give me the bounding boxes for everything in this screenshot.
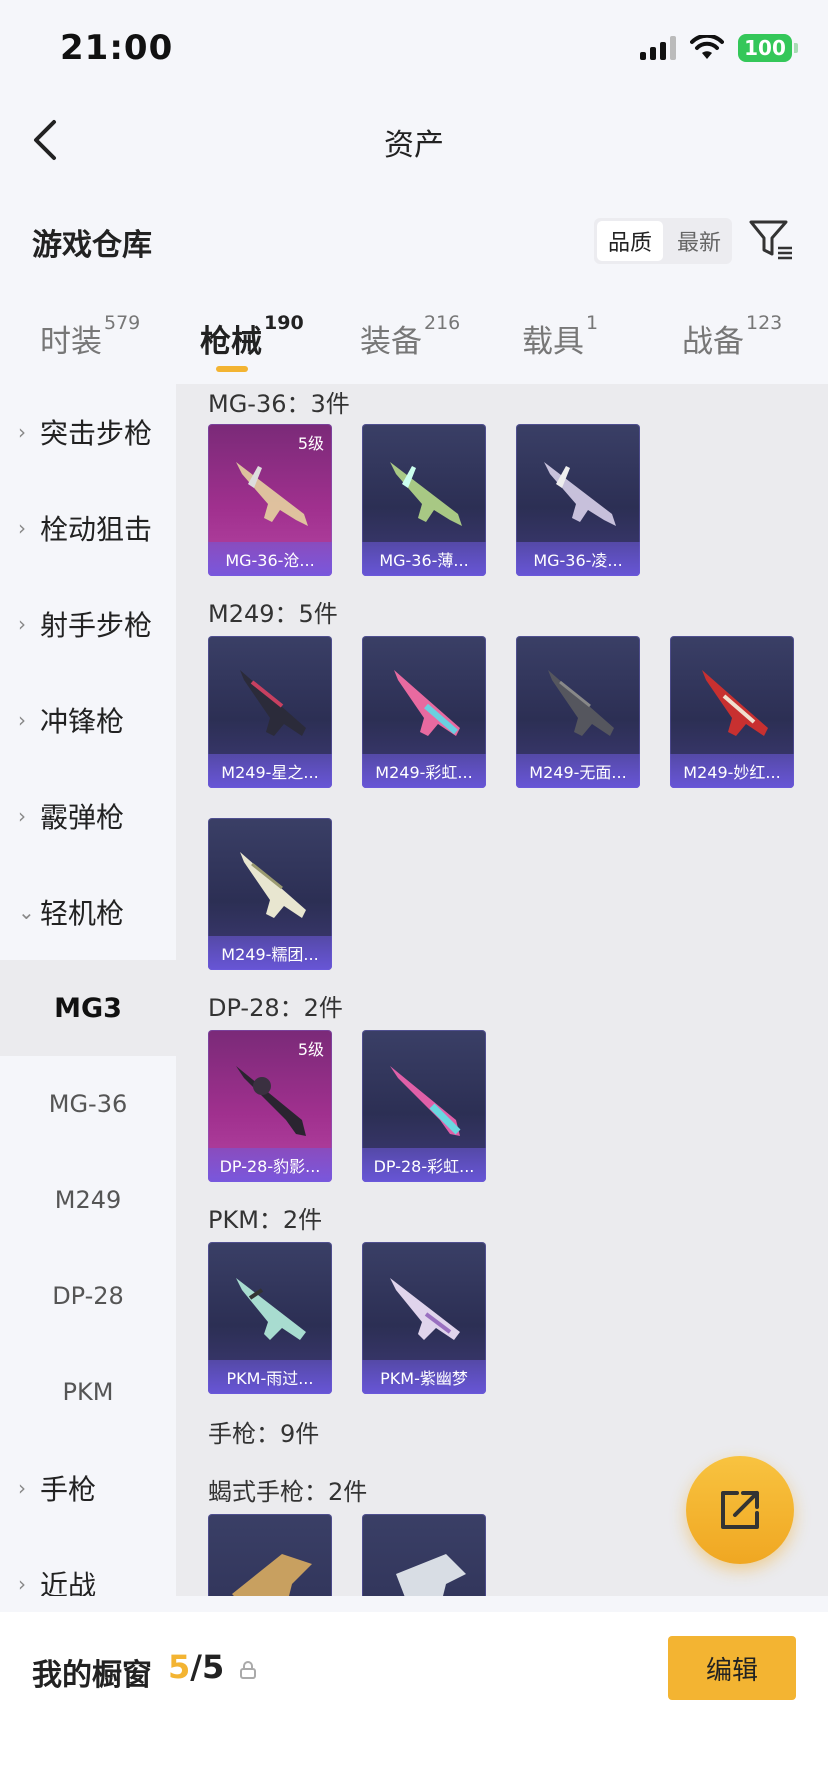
rifle-icon (390, 1278, 460, 1340)
sidebar-sub-mg3[interactable]: MG3 (0, 960, 176, 1056)
sidebar-sub-dp28[interactable]: DP-28 (0, 1248, 176, 1344)
rifle-icon (390, 462, 462, 526)
rifle-icon (240, 670, 306, 736)
rifle-icon (390, 1066, 461, 1136)
edit-button[interactable]: 编辑 (668, 1636, 796, 1700)
weapon-card[interactable] (362, 1514, 486, 1596)
group-title: 手枪：9件 (208, 1420, 320, 1448)
share-icon (721, 1491, 759, 1529)
status-icons: 100 (640, 34, 798, 62)
sidebar-sub-m249[interactable]: M249 (0, 1152, 176, 1248)
weapon-card[interactable]: DP-28-彩虹... (362, 1030, 486, 1182)
pistol-icon (232, 1554, 312, 1596)
group-title: DP-28：2件 (208, 994, 343, 1022)
sort-quality[interactable]: 品质 (597, 221, 663, 261)
group-title: M249：5件 (208, 600, 338, 628)
weapon-list[interactable]: MG-36：3件 5级 MG-36-沧... MG-36-薄... MG-36-… (176, 384, 828, 1596)
pistol-icon (396, 1554, 466, 1596)
tab-equipment[interactable]: 装备216 (360, 312, 460, 361)
filter-icon[interactable] (748, 218, 794, 262)
gun-category-sidebar: › 突击步枪 › 栓动狙击 › 射手步枪 › 冲锋枪 › 霰弹枪 ⌄ 轻机枪 MG3 MG-… (0, 384, 176, 1596)
weapon-card[interactable]: 5级 DP-28-豹影... (208, 1030, 332, 1182)
rifle-icon (236, 462, 308, 526)
group-title: 蝎式手枪：2件 (208, 1478, 368, 1506)
page-title: 资产 (384, 128, 444, 163)
wifi-icon (690, 35, 724, 59)
sidebar-sub-pkm[interactable]: PKM (0, 1344, 176, 1440)
group-title: PKM：2件 (208, 1206, 323, 1234)
weapon-card[interactable]: PKM-雨过... (208, 1242, 332, 1394)
chevron-right-icon: › (18, 708, 26, 732)
weapon-card[interactable]: M249-彩虹... (362, 636, 486, 788)
sidebar-item-melee[interactable]: › 近战 (0, 1536, 176, 1596)
category-tabs: 时装579 枪械190 装备216 载具1 战备123 (0, 312, 828, 376)
showcase-bar: 我的橱窗 5/5 编辑 (0, 1612, 828, 1792)
chevron-right-icon: › (18, 420, 26, 444)
rifle-icon (240, 852, 306, 918)
sort-toggle: 品质 最新 (594, 218, 732, 264)
sidebar-item-lmg[interactable]: ⌄ 轻机枪 (0, 864, 176, 960)
tab-gear[interactable]: 战备123 (682, 312, 782, 361)
tab-guns[interactable]: 枪械190 (200, 312, 304, 361)
weapon-card[interactable]: 5级 MG-36-沧... (208, 424, 332, 576)
sidebar-item-marksman-rifle[interactable]: › 射手步枪 (0, 576, 176, 672)
chevron-right-icon: › (18, 1572, 26, 1596)
tab-vehicles[interactable]: 载具1 (522, 312, 598, 361)
sort-newest[interactable]: 最新 (666, 218, 732, 264)
rifle-icon (236, 1066, 306, 1136)
chevron-right-icon: › (18, 1476, 26, 1500)
showcase-label: 我的橱窗 (32, 1658, 152, 1693)
chevron-right-icon: › (18, 516, 26, 540)
chevron-down-icon: ⌄ (18, 900, 35, 924)
weapon-card[interactable]: M249-糯团... (208, 818, 332, 970)
nav-bar: 资产 (0, 100, 828, 180)
chevron-right-icon: › (18, 612, 26, 636)
showcase-count: 5/5 (168, 1648, 225, 1686)
weapon-card[interactable]: MG-36-薄... (362, 424, 486, 576)
sidebar-item-bolt-sniper[interactable]: › 栓动狙击 (0, 480, 176, 576)
status-bar: 21:00 100 (0, 0, 828, 100)
weapon-card[interactable]: MG-36-凌... (516, 424, 640, 576)
rifle-icon (544, 462, 616, 526)
rifle-icon (394, 670, 460, 736)
share-button[interactable] (686, 1456, 794, 1564)
weapon-card[interactable]: M249-无面... (516, 636, 640, 788)
tab-active-indicator (216, 366, 248, 372)
weapon-card[interactable]: M249-星之... (208, 636, 332, 788)
sidebar-item-shotgun[interactable]: › 霰弹枪 (0, 768, 176, 864)
rifle-icon (702, 670, 768, 736)
sidebar-item-smg[interactable]: › 冲锋枪 (0, 672, 176, 768)
sidebar-sub-mg36[interactable]: MG-36 (0, 1056, 176, 1152)
battery-icon: 100 (738, 34, 798, 62)
lock-icon (240, 1661, 256, 1679)
chevron-right-icon: › (18, 804, 26, 828)
rifle-icon (548, 670, 614, 736)
rifle-icon (236, 1278, 306, 1340)
weapon-card[interactable]: M249-妙红... (670, 636, 794, 788)
cellular-signal-icon (640, 36, 676, 60)
sidebar-item-pistol[interactable]: › 手枪 (0, 1440, 176, 1536)
tab-fashion[interactable]: 时装579 (40, 312, 140, 361)
status-time: 21:00 (60, 28, 174, 68)
group-title: MG-36：3件 (208, 390, 350, 418)
sidebar-item-assault-rifle[interactable]: › 突击步枪 (0, 384, 176, 480)
weapon-card[interactable]: PKM-紫幽梦 (362, 1242, 486, 1394)
weapon-card[interactable] (208, 1514, 332, 1596)
warehouse-title: 游戏仓库 (32, 228, 152, 263)
